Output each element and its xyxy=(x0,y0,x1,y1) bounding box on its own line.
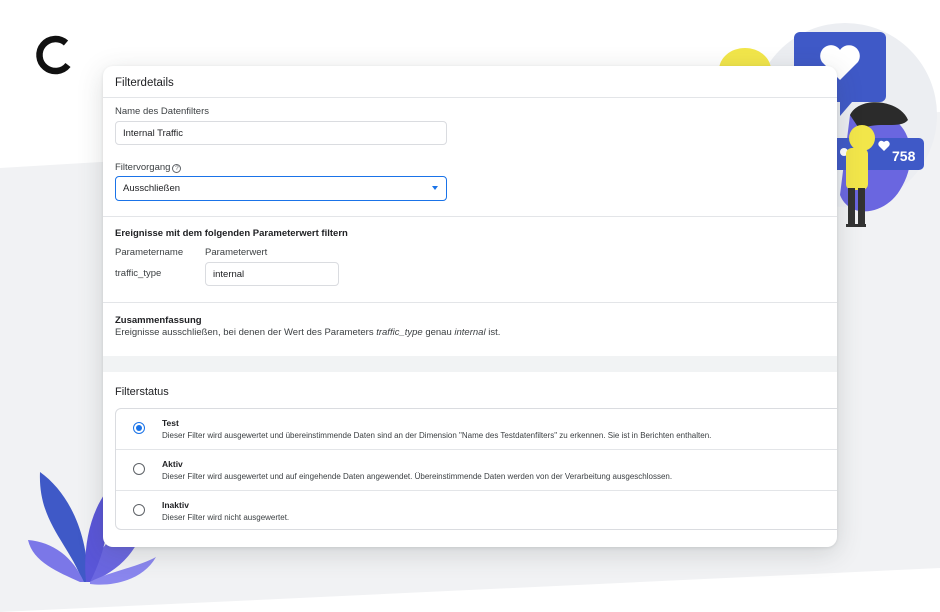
parameter-value-column-header: Parameterwert xyxy=(205,247,268,258)
radio-unselected-icon[interactable] xyxy=(133,504,145,516)
summary-text-part: genau xyxy=(422,327,455,338)
status-option-description: Dieser Filter wird nicht ausgewertet. xyxy=(162,513,290,522)
status-option-title: Inaktiv xyxy=(162,500,189,510)
card-title: Filterdetails xyxy=(115,77,174,89)
filter-operation-select[interactable]: Ausschließen xyxy=(115,176,447,201)
status-option-title: Test xyxy=(162,418,179,428)
parameter-section-heading: Ereignisse mit dem folgenden Parameterwe… xyxy=(115,228,348,239)
parameter-name-column-header: Parametername xyxy=(115,247,184,258)
hearts-count: 758 xyxy=(892,148,916,164)
status-option-inaktiv[interactable]: Inaktiv Dieser Filter wird nicht ausgewe… xyxy=(116,491,837,531)
filter-status-options: Test Dieser Filter wird ausgewertet und … xyxy=(115,408,837,530)
status-option-test[interactable]: Test Dieser Filter wird ausgewertet und … xyxy=(116,409,837,449)
summary-value: internal xyxy=(454,327,486,338)
divider xyxy=(103,302,837,303)
parameter-name-value: traffic_type xyxy=(115,268,162,279)
radio-unselected-icon[interactable] xyxy=(133,463,145,475)
status-option-description: Dieser Filter wird ausgewertet und übere… xyxy=(162,431,712,440)
summary-text-part: ist. xyxy=(485,327,501,338)
filter-name-label: Name des Datenfilters xyxy=(115,106,209,117)
section-separator xyxy=(103,356,837,372)
parameter-value-input[interactable]: internal xyxy=(205,262,339,286)
summary-param: traffic_type xyxy=(376,327,423,338)
brand-logo-icon xyxy=(36,35,71,75)
summary-heading: Zusammenfassung xyxy=(115,315,202,326)
divider xyxy=(103,216,837,217)
divider xyxy=(103,97,837,98)
filter-details-card: Filterdetails Name des Datenfilters Inte… xyxy=(103,66,837,547)
filter-name-input[interactable]: Internal Traffic xyxy=(115,121,447,145)
filter-operation-label: Filtervorgang? xyxy=(115,162,182,173)
help-circle-icon[interactable]: ? xyxy=(172,164,182,173)
summary-text: Ereignisse ausschließen, bei denen der W… xyxy=(115,327,500,338)
filter-operation-label-text: Filtervorgang xyxy=(115,162,171,173)
filter-status-heading: Filterstatus xyxy=(115,386,169,398)
status-option-title: Aktiv xyxy=(162,459,183,469)
status-option-aktiv[interactable]: Aktiv Dieser Filter wird ausgewertet und… xyxy=(116,450,837,490)
radio-selected-icon[interactable] xyxy=(133,422,145,434)
dropdown-caret-icon xyxy=(432,186,438,190)
filter-operation-selected: Ausschließen xyxy=(123,183,181,194)
status-option-description: Dieser Filter wird ausgewertet und auf e… xyxy=(162,472,673,481)
summary-text-part: Ereignisse ausschließen, bei denen der W… xyxy=(115,327,377,338)
